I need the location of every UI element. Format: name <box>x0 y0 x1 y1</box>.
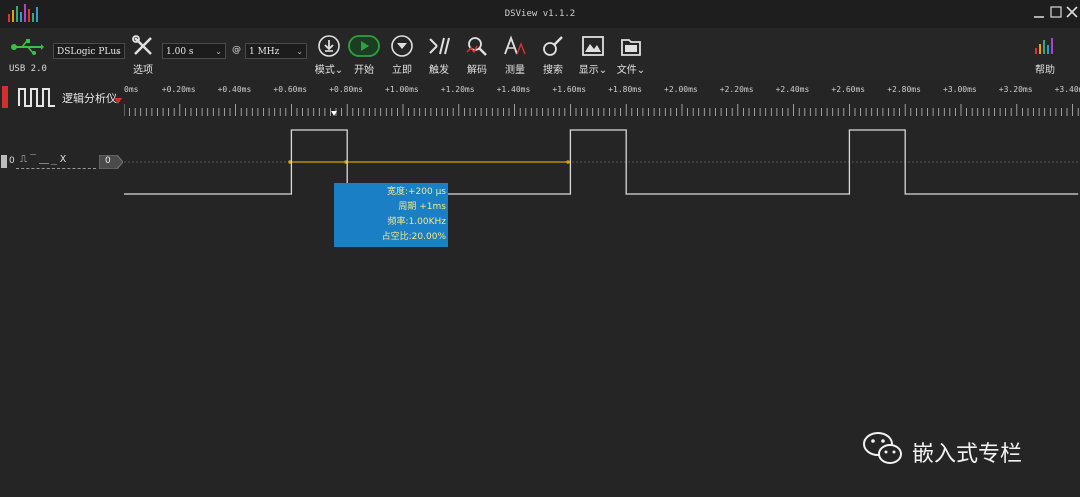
mode-button[interactable]: 模式⌄ <box>312 34 346 76</box>
options-button[interactable]: 选项 <box>128 34 158 76</box>
measure-button[interactable]: 测量 <box>501 34 529 76</box>
display-button[interactable]: 显示⌄ <box>576 34 610 76</box>
help-logo-icon <box>1035 38 1053 54</box>
duty-cycle-value: 占空比:20.00% <box>381 232 446 242</box>
duration-select-value: 1.00 s <box>166 47 194 57</box>
search-button[interactable]: 搜索 <box>539 34 567 76</box>
mode-dropdown-icon[interactable] <box>114 98 122 104</box>
logic-analyzer-label: 逻辑分析仪 <box>62 92 117 105</box>
trigger-label: 触发 <box>429 65 449 76</box>
download-circle-icon <box>318 35 340 57</box>
measure-point-end <box>566 160 570 164</box>
trigger-icon <box>429 37 450 55</box>
start-button[interactable]: 开始 <box>348 34 380 76</box>
pulse-width-value: 宽度:+200 μs <box>386 187 446 197</box>
play-icon <box>348 35 380 57</box>
start-label: 开始 <box>354 65 374 76</box>
chevron-down-icon: ⌄ <box>598 65 608 76</box>
watermark-text: 嵌入式专栏 <box>912 442 1023 467</box>
search-label: 搜索 <box>543 65 563 76</box>
decode-icon <box>466 37 487 56</box>
ruler-ticks <box>124 104 1079 116</box>
period-value: 周期 +1ms <box>398 202 446 212</box>
chevron-down-icon: ⌄ <box>334 65 344 76</box>
help-label: 帮助 <box>1035 65 1055 76</box>
decode-button[interactable]: 解码 <box>463 34 491 76</box>
samplerate-select-value: 1 MHz <box>249 47 280 57</box>
wrench-screwdriver-icon <box>132 35 152 55</box>
watermark: 嵌入式专栏 <box>862 428 1062 472</box>
measure-label: 测量 <box>505 65 525 76</box>
instant-button[interactable]: 立即 <box>388 34 416 76</box>
logic-analyzer-icon <box>18 88 55 107</box>
instant-capture-icon <box>391 35 413 57</box>
usb-status-label: USB 2.0 <box>9 64 47 74</box>
minimize-icon[interactable] <box>1032 5 1046 19</box>
display-icon <box>582 36 604 56</box>
maximize-icon[interactable] <box>1049 5 1063 19</box>
channel-tag <box>2 86 8 108</box>
device-select[interactable]: DSLogic PLus ⌄ <box>53 43 125 59</box>
waveform-canvas[interactable] <box>0 120 1080 220</box>
time-ruler[interactable]: 0ms +0.20ms +0.40ms +0.60ms +0.80ms +1.00ms +1… <box>124 82 1080 122</box>
chevron-down-icon: ⌄ <box>636 65 646 76</box>
device-select-value: DSLogic PLus <box>57 47 121 57</box>
wechat-icon <box>863 432 902 464</box>
display-label: 显示 <box>578 65 599 76</box>
close-icon[interactable] <box>1065 5 1079 19</box>
chevron-down-icon: ⌄ <box>215 47 222 56</box>
decode-label: 解码 <box>467 65 487 76</box>
usb-icon <box>11 39 44 55</box>
trigger-button[interactable]: 触发 <box>425 34 453 76</box>
help-button[interactable]: 帮助 <box>1030 34 1060 76</box>
measurement-popup: 宽度:+200 μs 周期 +1ms 频率:1.00KHz 占空比:20.00% <box>334 183 448 247</box>
samplerate-select[interactable]: 1 MHz ⌄ <box>245 43 307 59</box>
frequency-value: 频率:1.00KHz <box>387 217 446 227</box>
instant-label: 立即 <box>392 65 412 76</box>
chevron-down-icon: ⌄ <box>296 47 303 56</box>
file-button[interactable]: 文件⌄ <box>614 34 648 76</box>
measure-icon <box>504 35 526 55</box>
chevron-down-icon: ⌄ <box>114 47 121 56</box>
at-symbol: @ <box>232 45 241 55</box>
title-bar: DSView v1.1.2 <box>0 0 1080 28</box>
file-icon <box>621 39 641 56</box>
duration-select[interactable]: 1.00 s ⌄ <box>162 43 226 59</box>
window-title: DSView v1.1.2 <box>504 9 576 19</box>
search-icon <box>543 36 563 56</box>
file-label: 文件 <box>616 65 637 76</box>
options-label: 选项 <box>133 65 153 76</box>
main-toolbar: DSLogic PLus ⌄ 选项 1.00 s ⌄ @ 1 MHz ⌄ 模式⌄ <box>0 28 1080 80</box>
mode-label: 模式 <box>314 65 335 76</box>
